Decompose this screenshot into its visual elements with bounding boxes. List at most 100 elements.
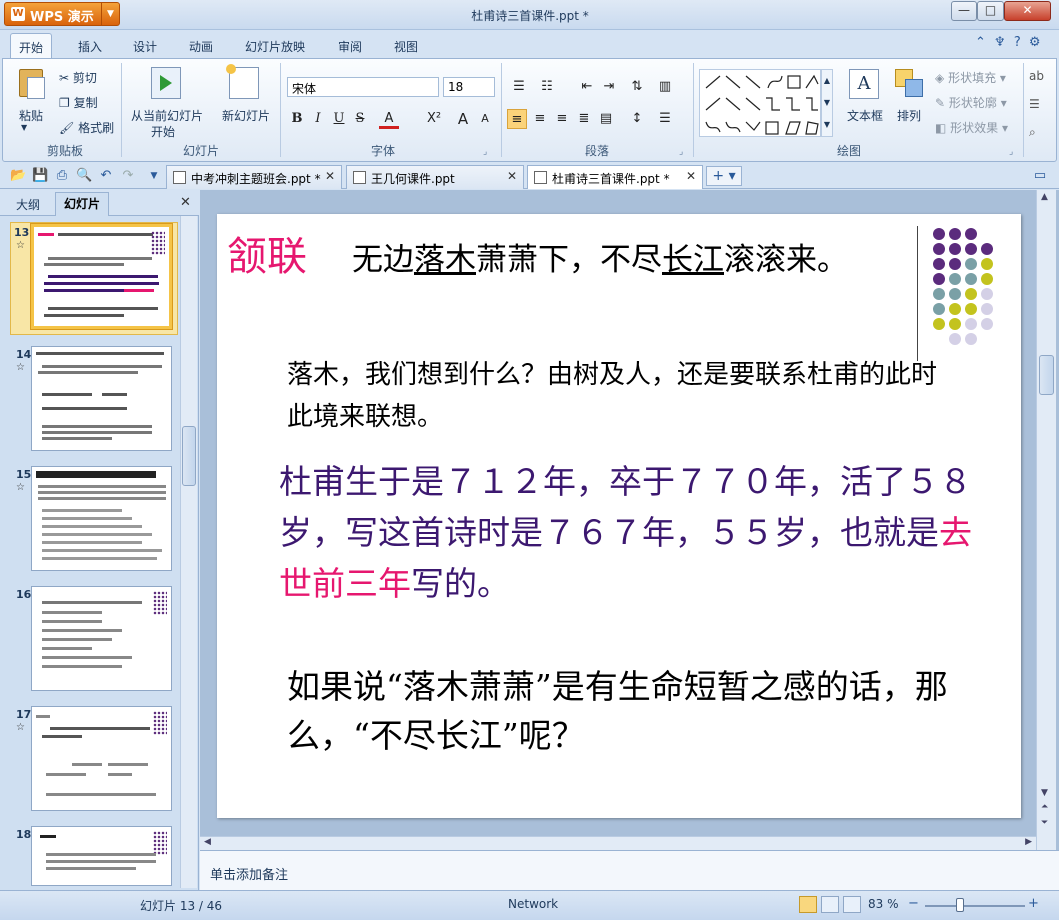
bold-button[interactable]: B: [287, 109, 307, 129]
from-current-slide-button[interactable]: 从当前幻灯片: [131, 107, 203, 124]
paste-icon[interactable]: [17, 67, 47, 101]
undo-icon[interactable]: ↶: [98, 168, 114, 184]
column-icon[interactable]: ▥: [655, 77, 675, 97]
tab-home[interactable]: 开始: [10, 33, 53, 58]
zoom-in-icon[interactable]: +: [1028, 896, 1039, 911]
slide-thumbnail-18[interactable]: [31, 826, 172, 886]
more-tools-icon[interactable]: ab ☰ ⌕: [1029, 69, 1044, 140]
new-slide-button[interactable]: 新幻灯片: [222, 107, 270, 124]
slide-horizontal-scrollbar[interactable]: ◀ ▶: [200, 836, 1036, 850]
tab-outline[interactable]: 大纲: [8, 194, 48, 215]
shape-outline-button[interactable]: ✎ 形状轮廓 ▾: [935, 94, 1007, 111]
new-slide-icon[interactable]: [226, 64, 259, 99]
poem-line[interactable]: 无边落木萧萧下，不尽长江滚滚来。: [352, 234, 848, 279]
doc-tab-1[interactable]: 中考冲刺主题班会.ppt * ✕: [166, 165, 342, 189]
close-tab-icon[interactable]: ✕: [507, 169, 517, 183]
shirt-icon[interactable]: ♆: [994, 35, 1008, 50]
tab-animation[interactable]: 动画: [181, 36, 221, 57]
scroll-up-icon[interactable]: ▲: [1041, 192, 1048, 202]
text-direction-icon[interactable]: ⇅: [627, 77, 647, 97]
scroll-down-icon[interactable]: ▼: [1041, 788, 1048, 798]
align-left-icon[interactable]: ≡: [507, 109, 527, 129]
redo-icon[interactable]: ↷: [120, 168, 136, 184]
tab-review[interactable]: 审阅: [330, 36, 370, 57]
zoom-out-icon[interactable]: −: [908, 896, 919, 911]
line-spacing-icon[interactable]: ↕: [627, 109, 647, 129]
paste-button[interactable]: 粘贴: [19, 107, 43, 124]
maximize-button[interactable]: □: [977, 1, 1004, 21]
tab-slideshow[interactable]: 幻灯片放映: [237, 36, 313, 57]
zoom-slider-thumb[interactable]: [956, 898, 964, 912]
textbox-icon[interactable]: A: [849, 69, 879, 99]
close-window-button[interactable]: ✕: [1004, 1, 1051, 21]
align-right-icon[interactable]: ≡: [552, 109, 572, 129]
new-tab-button[interactable]: + ▾: [706, 166, 742, 186]
tab-insert[interactable]: 插入: [70, 36, 110, 57]
font-color-button[interactable]: A: [379, 109, 399, 129]
help-icon[interactable]: ?: [1014, 35, 1023, 50]
close-pane-icon[interactable]: ✕: [180, 195, 191, 210]
dialog-launcher-icon[interactable]: ⌟: [483, 147, 487, 157]
help-icons[interactable]: ⌃ ♆ ? ⚙: [975, 35, 1043, 50]
thumbnails-scrollbar[interactable]: [180, 216, 197, 888]
copy-button[interactable]: ❐ 复制: [59, 94, 98, 111]
slide-paragraph-2[interactable]: 落木，我们想到什么？由树及人，还是要联系杜甫的此时此境来联想。: [287, 354, 937, 438]
slide-thumbnail-15[interactable]: [31, 466, 172, 571]
slideshow-view-icon[interactable]: [843, 896, 861, 913]
close-tab-icon[interactable]: ✕: [686, 169, 696, 183]
align-center-icon[interactable]: ≡: [530, 109, 550, 129]
dialog-launcher-icon[interactable]: ⌟: [679, 147, 683, 157]
cut-button[interactable]: ✂ 剪切: [59, 69, 97, 86]
slide-paragraph-3[interactable]: 杜甫生于是７１２年，卒于７７０年，活了５８岁，写这首诗时是７６７年，５５岁，也就…: [279, 456, 979, 609]
justify-icon[interactable]: ≣: [574, 109, 594, 129]
print-icon[interactable]: ⎙: [54, 168, 70, 184]
slide-thumbnail-17[interactable]: [31, 706, 172, 811]
close-tab-icon[interactable]: ✕: [325, 169, 335, 183]
customize-toolbar-icon[interactable]: ▼: [146, 168, 162, 184]
shape-fill-button[interactable]: ◈ 形状填充 ▾: [935, 69, 1006, 86]
arrange-button[interactable]: 排列: [897, 107, 921, 124]
slide-sorter-view-icon[interactable]: [821, 896, 839, 913]
numbering-icon[interactable]: ☷: [537, 77, 557, 97]
shapes-gallery[interactable]: [699, 69, 821, 137]
tab-slides[interactable]: 幻灯片: [55, 192, 110, 216]
previous-slide-icon[interactable]: ⏶: [1041, 802, 1048, 812]
paragraph-spacing-icon[interactable]: ☰: [655, 109, 675, 129]
from-current-slide-start[interactable]: 开始: [151, 123, 175, 140]
grow-font-button[interactable]: A: [453, 109, 473, 129]
save-icon[interactable]: 💾: [32, 168, 48, 184]
minimize-button[interactable]: —: [951, 1, 977, 21]
font-name-select[interactable]: 宋体: [287, 77, 439, 97]
shrink-font-button[interactable]: A: [475, 109, 495, 129]
font-size-select[interactable]: 18: [443, 77, 495, 97]
increase-indent-icon[interactable]: ⇥: [599, 77, 619, 97]
slide-thumbnail-14[interactable]: [31, 346, 172, 451]
arrange-icon[interactable]: [895, 69, 925, 99]
settings-icon[interactable]: ⚙: [1029, 35, 1043, 50]
chevron-down-icon[interactable]: ▼: [101, 3, 119, 25]
distribute-icon[interactable]: ▤: [596, 109, 616, 129]
scroll-left-icon[interactable]: ◀: [204, 837, 211, 847]
textbox-button[interactable]: 文本框: [847, 107, 883, 124]
chevron-down-icon[interactable]: ▼: [21, 123, 27, 132]
superscript-button[interactable]: X²: [421, 109, 447, 129]
bullets-icon[interactable]: ☰: [509, 77, 529, 97]
next-slide-icon[interactable]: ⏷: [1041, 818, 1048, 828]
shape-effect-button[interactable]: ◧ 形状效果 ▾: [935, 119, 1008, 136]
strikethrough-button[interactable]: S: [350, 109, 370, 129]
slide-thumbnail-16[interactable]: [31, 586, 172, 691]
slide-vertical-scrollbar[interactable]: ▲ ▼ ⏶ ⏷: [1036, 190, 1056, 850]
normal-view-icon[interactable]: [799, 896, 817, 913]
slide-title[interactable]: 颔联: [227, 224, 307, 282]
doc-tab-3[interactable]: 杜甫诗三首课件.ppt * ✕: [527, 165, 703, 189]
doc-tab-2[interactable]: 王几何课件.ppt ✕: [346, 165, 524, 189]
underline-button[interactable]: U: [329, 109, 349, 129]
format-painter-button[interactable]: 🖌 格式刷: [59, 119, 114, 136]
tab-design[interactable]: 设计: [125, 36, 165, 57]
notes-placeholder[interactable]: 单击添加备注: [210, 864, 288, 883]
italic-button[interactable]: I: [308, 109, 328, 129]
shapes-gallery-scroll[interactable]: ▲ ▼ ▼: [821, 69, 833, 137]
notes-pane[interactable]: 单击添加备注: [200, 850, 1059, 890]
slide-canvas[interactable]: 颔联 无边落木萧萧下，不尽长江滚滚来。 落木，我们想到什么？由树及人，还是要联系…: [217, 214, 1021, 818]
slide-paragraph-4[interactable]: 如果说“落木萧萧”是有生命短暂之感的话，那么，“不尽长江”呢？: [287, 662, 967, 760]
